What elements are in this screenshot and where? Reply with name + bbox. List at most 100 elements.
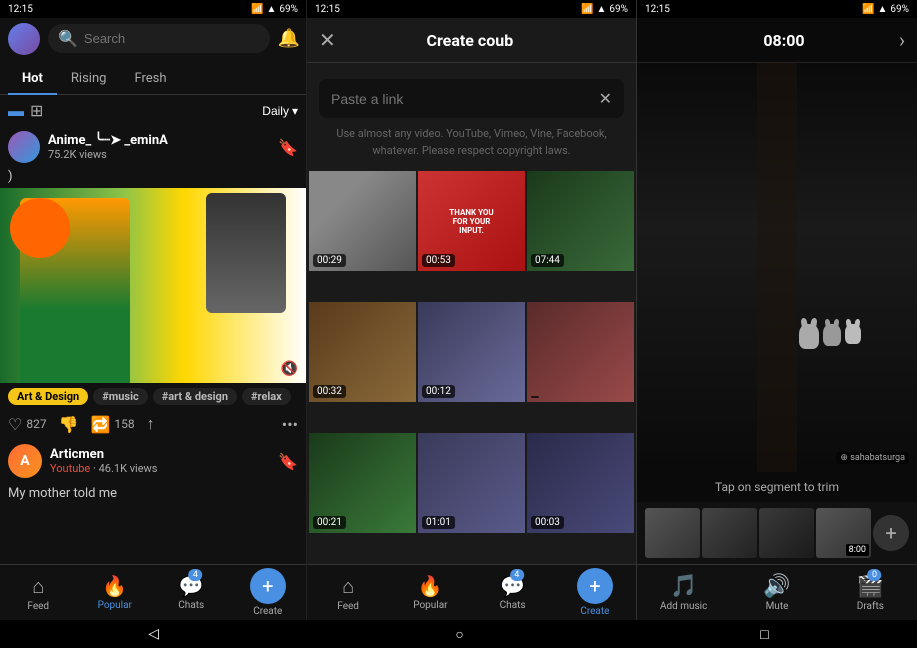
battery-trim: 69%: [890, 4, 909, 15]
nav-feed-label: Feed: [27, 601, 49, 612]
battery-feed: 69%: [279, 4, 298, 15]
nav-feed[interactable]: ⌂ Feed: [0, 565, 77, 620]
create-btn[interactable]: +: [250, 568, 286, 604]
thumb-9[interactable]: 00:03: [527, 433, 634, 533]
nav-chats-create[interactable]: 💬 Chats 4: [472, 565, 554, 620]
strip-add-btn[interactable]: +: [873, 515, 909, 551]
dislike-icon[interactable]: 👎: [59, 415, 79, 434]
strip-frame-4[interactable]: 8:00: [816, 508, 871, 558]
nav-chats-label: Chats: [178, 600, 204, 611]
repost-group: 🔁 158: [91, 415, 135, 434]
nav-popular[interactable]: 🔥 Popular: [77, 565, 154, 620]
paste-link-area[interactable]: ✕: [319, 79, 624, 118]
strip-frame-2[interactable]: [702, 508, 757, 558]
thumb-8[interactable]: 01:01: [418, 433, 525, 533]
paste-clear-btn[interactable]: ✕: [599, 89, 612, 108]
list-view-btn[interactable]: ▬: [8, 101, 24, 121]
trim-time-display: 08:00: [669, 31, 899, 50]
drafts-badge: 0: [868, 569, 882, 581]
nav-create-active[interactable]: + Create: [554, 565, 636, 620]
thumb-4[interactable]: 00:32: [309, 302, 416, 402]
post1-meta: Anime_ ╰┈➤ _eminA 75.2K views: [48, 133, 270, 161]
search-input[interactable]: [84, 31, 260, 46]
feed-tabs: Hot Rising Fresh: [0, 63, 306, 95]
like-icon[interactable]: ♡: [8, 415, 22, 434]
wifi-icon-create: ▲: [597, 4, 607, 15]
nav-create[interactable]: + Create: [230, 565, 307, 620]
nav-create-label-create: Create: [580, 606, 609, 617]
feed-bottom-nav: ⌂ Feed 🔥 Popular 💬 Chats 4 + Create: [0, 564, 306, 620]
create-topbar: ✕ Create coub: [307, 18, 636, 63]
time-feed: 12:15: [8, 4, 33, 15]
post1-avatar[interactable]: [8, 131, 40, 163]
tag-artdesign[interactable]: #art & design: [153, 388, 237, 405]
post1-bookmark[interactable]: 🔖: [278, 138, 298, 157]
more-options-btn[interactable]: •••: [282, 415, 298, 434]
nav-add-music[interactable]: 🎵 Add music: [637, 565, 730, 620]
nav-chats-label-create: Chats: [500, 600, 526, 611]
search-bar[interactable]: 🔍: [48, 24, 270, 53]
bell-icon[interactable]: 🔔: [278, 28, 300, 49]
wifi-icon: ▲: [267, 4, 277, 15]
nav-mute-label: Mute: [766, 601, 789, 612]
back-btn[interactable]: ◁: [148, 626, 159, 642]
signal-icon-create: 📶: [581, 4, 593, 15]
strip-frame-1[interactable]: [645, 508, 700, 558]
strip-time-badge: 8:00: [846, 544, 869, 556]
popular-icon: 🔥: [102, 574, 127, 598]
nav-chats[interactable]: 💬 Chats 4: [153, 565, 230, 620]
nav-feed-create[interactable]: ⌂ Feed: [307, 565, 389, 620]
create-bottom-nav: ⌂ Feed 🔥 Popular 💬 Chats 4 + Create: [307, 564, 636, 620]
nav-mute[interactable]: 🔊 Mute: [730, 565, 823, 620]
signal-icon: 📶: [251, 4, 263, 15]
volume-icon[interactable]: 🔇: [281, 361, 298, 377]
tag-relax[interactable]: #relax: [242, 388, 291, 405]
nav-drafts[interactable]: 🎬 Drafts 0: [824, 565, 917, 620]
duration-8: 01:01: [422, 516, 455, 529]
tab-rising[interactable]: Rising: [57, 63, 121, 94]
thumb-7[interactable]: 00:21: [309, 433, 416, 533]
thumb-1[interactable]: 00:29: [309, 171, 416, 271]
nav-popular-label: Popular: [98, 600, 132, 611]
thumb-2[interactable]: THANK YOUFOR YOURINPUT. 00:53: [418, 171, 525, 271]
tag-art-design[interactable]: Art & Design: [8, 388, 88, 405]
create-close-btn[interactable]: ✕: [319, 28, 336, 52]
post2-bookmark[interactable]: 🔖: [278, 452, 298, 471]
create-btn-active[interactable]: +: [577, 568, 613, 604]
tab-fresh[interactable]: Fresh: [120, 63, 180, 94]
trim-next-btn[interactable]: ›: [899, 28, 905, 52]
duration-3: 07:44: [531, 254, 564, 267]
repost-icon[interactable]: 🔁: [91, 415, 111, 434]
search-row: 🔍 🔔: [0, 18, 306, 63]
video-watermark: ⊕ sahabatsurga: [836, 452, 909, 464]
share-icon[interactable]: ↑: [147, 414, 155, 434]
wifi-icon-trim: ▲: [878, 4, 888, 15]
nav-feed-label-create: Feed: [337, 601, 359, 612]
feed-panel: 12:15 📶 ▲ 69% 🔍 🔔 Hot Rising Fresh: [0, 0, 307, 620]
status-icons-trim: 📶 ▲ 69%: [862, 4, 909, 15]
thumb-6[interactable]: [527, 302, 634, 402]
thumb-3[interactable]: 07:44: [527, 171, 634, 271]
trim-video-area: ⊕ sahabatsurga: [637, 63, 917, 472]
time-create: 12:15: [315, 4, 340, 15]
post2-source: Youtube: [50, 462, 90, 475]
like-count: 827: [26, 417, 46, 431]
strip-frame-3[interactable]: [759, 508, 814, 558]
tab-hot[interactable]: Hot: [8, 63, 57, 94]
post2-avatar[interactable]: A: [8, 444, 42, 478]
daily-filter-btn[interactable]: Daily ▾: [262, 104, 298, 118]
thumb-5[interactable]: 00:12: [418, 302, 525, 402]
trim-hint: Tap on segment to trim: [637, 472, 917, 502]
duration-6: [531, 396, 539, 398]
nav-popular-create[interactable]: 🔥 Popular: [389, 565, 471, 620]
system-nav-bar: ◁ ○ □: [0, 620, 917, 648]
signal-icon-trim: 📶: [862, 4, 874, 15]
grid-view-btn[interactable]: ⊞: [30, 101, 43, 121]
post1-video[interactable]: 🔇: [0, 188, 306, 383]
recents-btn[interactable]: □: [760, 626, 768, 643]
paste-input[interactable]: [331, 91, 591, 107]
home-btn[interactable]: ○: [455, 626, 463, 643]
tag-music[interactable]: #music: [93, 388, 148, 405]
video-controls: 🔇: [281, 361, 298, 377]
user-avatar[interactable]: [8, 23, 40, 55]
